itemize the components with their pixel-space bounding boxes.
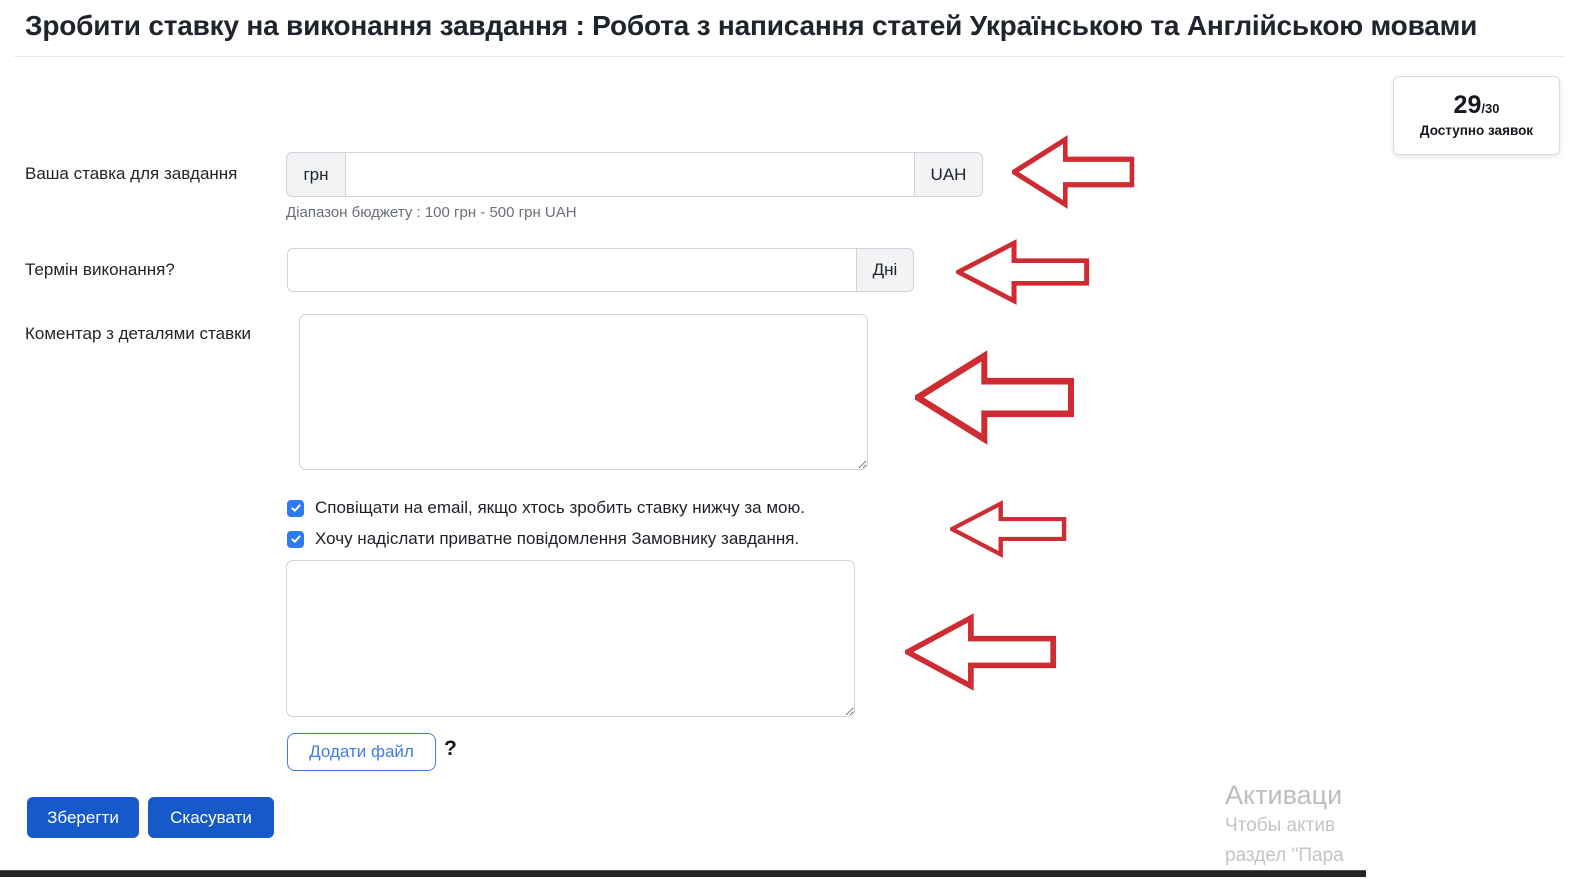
annotation-arrow-term [956,239,1090,305]
bid-form-page: Зробити ставку на виконання завдання : Р… [0,0,1588,879]
private-message-label: Хочу надіслати приватне повідомлення Зам… [315,529,800,548]
bid-input-group: грн UAH [286,152,983,197]
private-message-row: Хочу надіслати приватне повідомлення Зам… [287,529,799,549]
private-message-checkbox[interactable] [287,530,304,548]
annotation-arrow-bid [1012,135,1135,209]
bid-suffix-addon: UAH [914,152,983,197]
private-message-textarea[interactable] [286,560,855,717]
annotation-arrow-checkboxes [950,500,1067,558]
term-suffix-addon: Дні [856,248,914,292]
bid-budget-helper: Діапазон бюджету : 100 грн - 500 грн UAH [286,204,577,221]
quota-label: Доступно заявок [1419,123,1534,138]
annotation-arrow-private-message [905,613,1057,691]
term-input-group: Дні [287,248,914,292]
check-icon [290,535,301,543]
comment-textarea[interactable] [299,314,868,470]
help-question-icon[interactable]: ? [444,737,457,761]
watermark-line: Активаци [1225,780,1343,810]
email-notify-checkbox[interactable] [287,499,304,517]
watermark-line: раздел "Пара [1225,845,1344,866]
email-notify-label: Сповіщати на email, якщо хтось зробить с… [315,498,805,517]
term-input[interactable] [287,248,857,292]
quota-total: /30 [1481,101,1500,116]
term-label: Термін виконання? [25,260,175,279]
quota-count: 29 [1453,91,1482,119]
annotation-arrow-comment [915,350,1075,445]
watermark-line: Чтобы актив [1225,815,1336,836]
cancel-button[interactable]: Скасувати [148,797,274,838]
comment-label: Коментар з деталями ставки [25,324,252,343]
bottom-black-bar [0,870,1366,877]
windows-activation-watermark: Активаци Чтобы актив раздел "Пара [1225,779,1361,872]
title-divider [14,56,1563,57]
bid-prefix-addon: грн [286,152,346,197]
save-button[interactable]: Зберегти [27,797,139,838]
add-file-button[interactable]: Додати файл [287,733,436,771]
page-title: Зробити ставку на виконання завдання : Р… [25,10,1478,41]
check-icon [290,504,301,512]
bid-label: Ваша ставка для завдання [25,164,238,183]
email-notify-row: Сповіщати на email, якщо хтось зробить с… [287,498,805,518]
quota-count-line: 29/30 [1454,93,1500,118]
quota-card: 29/30 Доступно заявок [1393,76,1560,155]
bid-amount-input[interactable] [345,152,915,197]
